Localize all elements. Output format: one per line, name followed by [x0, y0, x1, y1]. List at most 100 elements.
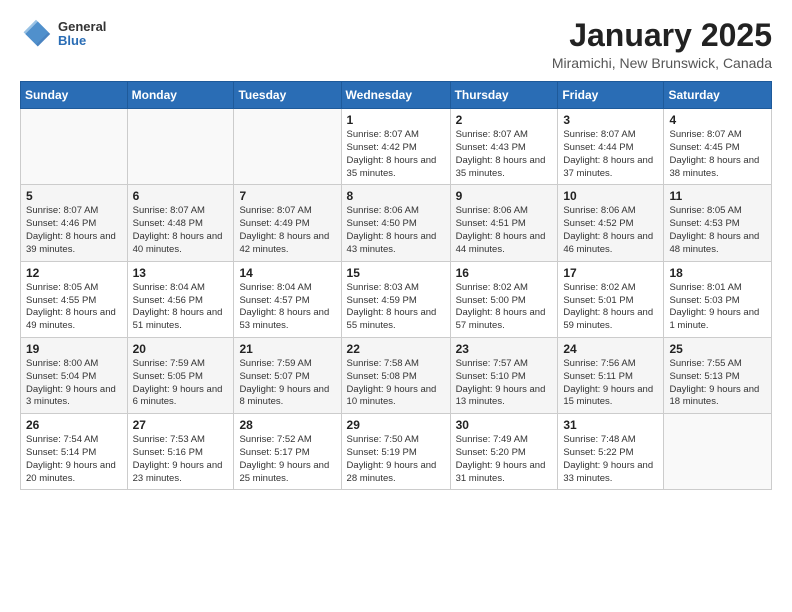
day-info-6: Sunrise: 8:07 AMSunset: 4:48 PMDaylight:… — [133, 205, 229, 256]
day-cell-w4-d5: 23Sunrise: 7:57 AMSunset: 5:10 PMDayligh… — [450, 337, 558, 413]
day-cell-w3-d1: 12Sunrise: 8:05 AMSunset: 4:55 PMDayligh… — [21, 261, 128, 337]
day-info-20: Sunrise: 7:59 AMSunset: 5:05 PMDaylight:… — [133, 358, 229, 409]
day-cell-w5-d5: 30 Sunrise: 7:49 AMSunset: 5:20 PMDayligh… — [450, 414, 558, 490]
day-cell-w3-d3: 14Sunrise: 8:04 AMSunset: 4:57 PMDayligh… — [234, 261, 341, 337]
day-number-5: 5 — [26, 189, 122, 203]
day-info-7: Sunrise: 8:07 AMSunset: 4:49 PMDaylight:… — [239, 205, 335, 256]
calendar-table: Sunday Monday Tuesday Wednesday Thursday… — [20, 81, 772, 490]
day-cell-w1-d4: 1 Sunrise: 8:07 AMSunset: 4:42 PMDaylight… — [341, 109, 450, 185]
header-tuesday: Tuesday — [234, 82, 341, 109]
day-number-8: 8 — [347, 189, 445, 203]
logo-blue-text: Blue — [58, 34, 106, 48]
page: General Blue January 2025 Miramichi, New… — [0, 0, 792, 508]
day-cell-w1-d5: 2 Sunrise: 8:07 AMSunset: 4:43 PMDaylight… — [450, 109, 558, 185]
day-info-21: Sunrise: 7:59 AMSunset: 5:07 PMDaylight:… — [239, 358, 335, 409]
header-friday: Friday — [558, 82, 664, 109]
day-info-3: Sunrise: 8:07 AMSunset: 4:44 PMDaylight:… — [563, 129, 658, 180]
day-info-12: Sunrise: 8:05 AMSunset: 4:55 PMDaylight:… — [26, 282, 122, 333]
day-info-30: Sunrise: 7:49 AMSunset: 5:20 PMDaylight:… — [456, 434, 553, 485]
header-sunday: Sunday — [21, 82, 128, 109]
week-row-2: 5 Sunrise: 8:07 AMSunset: 4:46 PMDaylight… — [21, 185, 772, 261]
logo-general-text: General — [58, 20, 106, 34]
day-info-25: Sunrise: 7:55 AMSunset: 5:13 PMDaylight:… — [669, 358, 766, 409]
logo-icon — [20, 18, 52, 50]
calendar-header-row: Sunday Monday Tuesday Wednesday Thursday… — [21, 82, 772, 109]
day-cell-w3-d7: 18Sunrise: 8:01 AMSunset: 5:03 PMDayligh… — [664, 261, 772, 337]
day-info-26: Sunrise: 7:54 AMSunset: 5:14 PMDaylight:… — [26, 434, 122, 485]
day-number-26: 26 — [26, 418, 122, 432]
logo: General Blue — [20, 18, 106, 50]
day-info-16: Sunrise: 8:02 AMSunset: 5:00 PMDaylight:… — [456, 282, 553, 333]
day-number-4: 4 — [669, 113, 766, 127]
day-info-15: Sunrise: 8:03 AMSunset: 4:59 PMDaylight:… — [347, 282, 445, 333]
day-number-24: 24 — [563, 342, 658, 356]
day-info-24: Sunrise: 7:56 AMSunset: 5:11 PMDaylight:… — [563, 358, 658, 409]
title-block: January 2025 Miramichi, New Brunswick, C… — [552, 18, 772, 71]
day-info-17: Sunrise: 8:02 AMSunset: 5:01 PMDaylight:… — [563, 282, 658, 333]
day-number-19: 19 — [26, 342, 122, 356]
header-saturday: Saturday — [664, 82, 772, 109]
day-number-2: 2 — [456, 113, 553, 127]
day-number-13: 13 — [133, 266, 229, 280]
day-number-7: 7 — [239, 189, 335, 203]
day-info-27: Sunrise: 7:53 AMSunset: 5:16 PMDaylight:… — [133, 434, 229, 485]
day-number-18: 18 — [669, 266, 766, 280]
day-info-22: Sunrise: 7:58 AMSunset: 5:08 PMDaylight:… — [347, 358, 445, 409]
day-cell-w5-d4: 29Sunrise: 7:50 AMSunset: 5:19 PMDayligh… — [341, 414, 450, 490]
day-number-1: 1 — [347, 113, 445, 127]
day-info-11: Sunrise: 8:05 AMSunset: 4:53 PMDaylight:… — [669, 205, 766, 256]
day-cell-w5-d1: 26 Sunrise: 7:54 AMSunset: 5:14 PMDayligh… — [21, 414, 128, 490]
day-cell-w4-d7: 25 Sunrise: 7:55 AMSunset: 5:13 PMDayligh… — [664, 337, 772, 413]
day-cell-w1-d7: 4 Sunrise: 8:07 AMSunset: 4:45 PMDaylight… — [664, 109, 772, 185]
week-row-1: 1 Sunrise: 8:07 AMSunset: 4:42 PMDaylight… — [21, 109, 772, 185]
header: General Blue January 2025 Miramichi, New… — [20, 18, 772, 71]
day-cell-w3-d2: 13 Sunrise: 8:04 AMSunset: 4:56 PMDayligh… — [127, 261, 234, 337]
day-info-9: Sunrise: 8:06 AMSunset: 4:51 PMDaylight:… — [456, 205, 553, 256]
day-number-15: 15 — [347, 266, 445, 280]
day-info-10: Sunrise: 8:06 AMSunset: 4:52 PMDaylight:… — [563, 205, 658, 256]
day-info-8: Sunrise: 8:06 AMSunset: 4:50 PMDaylight:… — [347, 205, 445, 256]
day-cell-w1-d6: 3 Sunrise: 8:07 AMSunset: 4:44 PMDaylight… — [558, 109, 664, 185]
day-number-25: 25 — [669, 342, 766, 356]
day-cell-w3-d5: 16 Sunrise: 8:02 AMSunset: 5:00 PMDayligh… — [450, 261, 558, 337]
day-info-4: Sunrise: 8:07 AMSunset: 4:45 PMDaylight:… — [669, 129, 766, 180]
day-number-3: 3 — [563, 113, 658, 127]
day-number-6: 6 — [133, 189, 229, 203]
day-number-9: 9 — [456, 189, 553, 203]
day-cell-w3-d6: 17 Sunrise: 8:02 AMSunset: 5:01 PMDayligh… — [558, 261, 664, 337]
week-row-5: 26 Sunrise: 7:54 AMSunset: 5:14 PMDayligh… — [21, 414, 772, 490]
day-info-2: Sunrise: 8:07 AMSunset: 4:43 PMDaylight:… — [456, 129, 553, 180]
day-info-1: Sunrise: 8:07 AMSunset: 4:42 PMDaylight:… — [347, 129, 445, 180]
day-info-28: Sunrise: 7:52 AMSunset: 5:17 PMDaylight:… — [239, 434, 335, 485]
day-cell-w2-d3: 7 Sunrise: 8:07 AMSunset: 4:49 PMDaylight… — [234, 185, 341, 261]
day-cell-w2-d7: 11Sunrise: 8:05 AMSunset: 4:53 PMDayligh… — [664, 185, 772, 261]
day-info-31: Sunrise: 7:48 AMSunset: 5:22 PMDaylight:… — [563, 434, 658, 485]
day-number-16: 16 — [456, 266, 553, 280]
day-number-31: 31 — [563, 418, 658, 432]
day-cell-w2-d6: 10Sunrise: 8:06 AMSunset: 4:52 PMDayligh… — [558, 185, 664, 261]
day-number-29: 29 — [347, 418, 445, 432]
day-number-28: 28 — [239, 418, 335, 432]
header-thursday: Thursday — [450, 82, 558, 109]
header-monday: Monday — [127, 82, 234, 109]
day-number-30: 30 — [456, 418, 553, 432]
day-cell-w1-d3 — [234, 109, 341, 185]
day-info-5: Sunrise: 8:07 AMSunset: 4:46 PMDaylight:… — [26, 205, 122, 256]
day-info-19: Sunrise: 8:00 AMSunset: 5:04 PMDaylight:… — [26, 358, 122, 409]
day-cell-w2-d4: 8 Sunrise: 8:06 AMSunset: 4:50 PMDaylight… — [341, 185, 450, 261]
day-info-13: Sunrise: 8:04 AMSunset: 4:56 PMDaylight:… — [133, 282, 229, 333]
day-info-23: Sunrise: 7:57 AMSunset: 5:10 PMDaylight:… — [456, 358, 553, 409]
day-cell-w4-d4: 22Sunrise: 7:58 AMSunset: 5:08 PMDayligh… — [341, 337, 450, 413]
day-cell-w1-d1 — [21, 109, 128, 185]
day-number-17: 17 — [563, 266, 658, 280]
day-number-20: 20 — [133, 342, 229, 356]
day-cell-w4-d3: 21Sunrise: 7:59 AMSunset: 5:07 PMDayligh… — [234, 337, 341, 413]
calendar-title: January 2025 — [552, 18, 772, 53]
day-cell-w1-d2 — [127, 109, 234, 185]
day-cell-w5-d6: 31 Sunrise: 7:48 AMSunset: 5:22 PMDayligh… — [558, 414, 664, 490]
day-cell-w3-d4: 15 Sunrise: 8:03 AMSunset: 4:59 PMDayligh… — [341, 261, 450, 337]
day-cell-w5-d7 — [664, 414, 772, 490]
calendar-location: Miramichi, New Brunswick, Canada — [552, 55, 772, 71]
day-info-14: Sunrise: 8:04 AMSunset: 4:57 PMDaylight:… — [239, 282, 335, 333]
week-row-4: 19 Sunrise: 8:00 AMSunset: 5:04 PMDayligh… — [21, 337, 772, 413]
